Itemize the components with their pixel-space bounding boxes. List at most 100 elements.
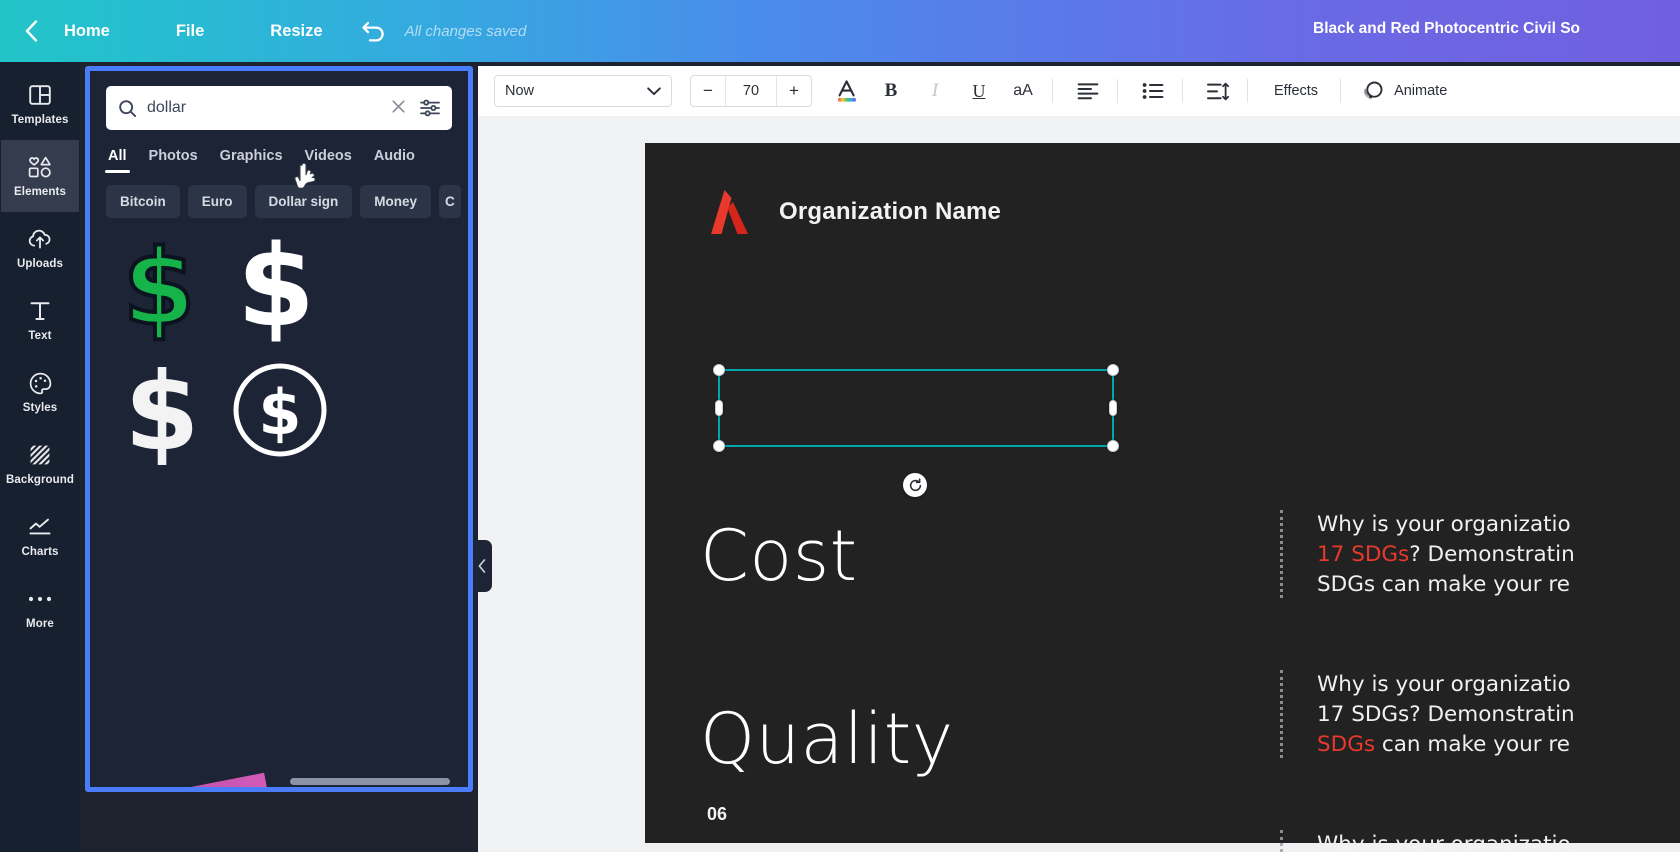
font-size-value[interactable]: 70 <box>725 76 777 106</box>
elements-search-panel[interactable]: dollar All Photos Graphics Videos Audio <box>85 66 473 792</box>
rotate-handle[interactable] <box>903 473 927 497</box>
resize-handle-bottom-right[interactable] <box>1107 440 1119 452</box>
dotted-divider-2 <box>1280 670 1283 758</box>
p2-line1: Why is your organizatio <box>1317 672 1571 697</box>
resize-handle-top-right[interactable] <box>1107 364 1119 376</box>
search-icon <box>119 99 137 117</box>
back-button[interactable] <box>16 16 46 46</box>
sidebar-label-more: More <box>26 618 54 630</box>
tab-audio[interactable]: Audio <box>374 148 415 173</box>
result-banded-bill-stack-photo[interactable] <box>106 732 278 787</box>
sidebar-item-styles[interactable]: Styles <box>1 356 79 428</box>
clear-search-button[interactable] <box>387 99 410 118</box>
tab-graphics[interactable]: Graphics <box>220 148 283 173</box>
undo-button[interactable] <box>361 20 387 42</box>
search-input-value[interactable]: dollar <box>147 99 377 117</box>
search-input[interactable]: dollar <box>106 86 452 130</box>
svg-text:$: $ <box>258 376 301 449</box>
animate-button[interactable]: Animate <box>1351 72 1457 110</box>
file-menu-button[interactable]: File <box>162 16 218 47</box>
font-size-increase-button[interactable]: + <box>777 76 811 106</box>
search-filter-button[interactable] <box>420 99 440 117</box>
p2-line3-red: SDGs <box>1317 732 1376 757</box>
white-dollar-sign-bold-icon: $ <box>220 232 332 347</box>
sidebar-item-elements[interactable]: Elements <box>1 140 79 212</box>
resize-handle-middle-left[interactable] <box>715 400 723 416</box>
sidebar-item-background[interactable]: Background <box>1 428 79 500</box>
paragraph-block-2[interactable]: Why is your organizatio 17 SDGs? Demonst… <box>1280 670 1575 760</box>
heading-cost[interactable]: Cost <box>700 515 858 597</box>
sidebar-label-uploads: Uploads <box>16 258 64 270</box>
sidebar-label-text: Text <box>28 330 52 342</box>
canvas-area[interactable]: Organization Name TITI Cost Quality 06 W… <box>478 116 1680 852</box>
resize-handle-middle-right[interactable] <box>1109 400 1117 416</box>
font-size-stepper[interactable]: − 70 + <box>690 75 812 107</box>
tab-all[interactable]: All <box>105 148 130 173</box>
white-dollar-sign-slim-icon: $ <box>106 356 218 471</box>
bullet-list-button[interactable] <box>1134 73 1172 109</box>
text-icon <box>29 298 51 324</box>
resize-handle-bottom-left[interactable] <box>713 440 725 452</box>
italic-button[interactable]: I <box>916 73 954 109</box>
toolbar-divider-5 <box>1340 79 1342 103</box>
bold-button[interactable]: B <box>872 73 910 109</box>
text-color-A-icon <box>838 80 856 102</box>
resize-handle-top-left[interactable] <box>713 364 725 376</box>
underline-label: U <box>972 80 986 101</box>
toolbar-divider-3 <box>1182 79 1183 103</box>
sidebar-item-text[interactable]: Text <box>1 284 79 356</box>
result-white-dollar-sign-slim[interactable]: $ <box>106 356 218 471</box>
chip-bitcoin[interactable]: Bitcoin <box>106 185 180 218</box>
effects-button[interactable]: Effects <box>1262 76 1330 106</box>
sidebar-item-more[interactable]: More <box>1 572 79 644</box>
slide-logo-row[interactable]: Organization Name <box>707 188 1001 236</box>
align-left-icon <box>1077 83 1099 100</box>
result-fanned-bills-photo[interactable] <box>106 597 278 723</box>
sidebar-item-templates[interactable]: Templates <box>1 68 79 140</box>
chip-money[interactable]: Money <box>360 185 432 218</box>
top-app-bar: Home File Resize All changes saved Black… <box>0 0 1680 62</box>
font-family-select[interactable]: Now <box>494 75 672 107</box>
result-white-dollar-sign-bold[interactable]: $ <box>220 232 332 347</box>
animate-label: Animate <box>1394 83 1448 99</box>
panel-collapse-button[interactable] <box>472 540 492 592</box>
undo-icon <box>361 21 384 42</box>
result-circled-dollar-sign[interactable]: $ <box>227 356 332 464</box>
p1-line2: ? Demonstratin <box>1409 542 1575 567</box>
styles-icon <box>29 370 52 396</box>
text-selection-box[interactable] <box>713 364 1119 452</box>
result-green-dollar-sign[interactable]: $ <box>106 232 211 347</box>
chip-dollar-sign[interactable]: Dollar sign <box>254 185 353 218</box>
toolbar-divider-2 <box>1117 79 1118 103</box>
chip-euro[interactable]: Euro <box>187 185 247 218</box>
paragraph-block-3[interactable]: Why is your organizatio 17 SDGs? Demonst… <box>1280 830 1575 852</box>
sidebar-item-uploads[interactable]: Uploads <box>1 212 79 284</box>
sidebar-item-charts[interactable]: Charts <box>1 500 79 572</box>
result-cash-pile-photo[interactable] <box>106 480 345 588</box>
circled-dollar-sign-icon: $ <box>227 356 332 464</box>
slide-page[interactable]: Organization Name TITI Cost Quality 06 W… <box>645 143 1680 852</box>
tab-photos[interactable]: Photos <box>149 148 198 173</box>
panel-horizontal-scrollbar[interactable] <box>290 778 450 785</box>
underline-button[interactable]: U <box>960 73 998 109</box>
font-size-decrease-button[interactable]: − <box>691 76 725 106</box>
paragraph-block-1[interactable]: Why is your organizatio 17 SDGs? Demonst… <box>1280 510 1575 600</box>
tab-videos[interactable]: Videos <box>305 148 352 173</box>
background-icon <box>29 442 51 468</box>
animate-icon <box>1363 81 1383 100</box>
heading-quality[interactable]: Quality <box>700 698 954 780</box>
text-align-button[interactable] <box>1069 73 1107 109</box>
p2-line2: 17 SDGs? Demonstratin <box>1317 702 1575 727</box>
home-button[interactable]: Home <box>50 16 124 47</box>
related-search-chips: Bitcoin Euro Dollar sign Money C <box>90 173 468 218</box>
case-label: aA <box>1013 82 1033 99</box>
letter-case-button[interactable]: aA <box>1004 73 1042 109</box>
line-spacing-button[interactable] <box>1199 73 1237 109</box>
svg-text:$: $ <box>122 236 194 344</box>
resize-button[interactable]: Resize <box>256 16 336 47</box>
chip-partial[interactable]: C <box>439 185 461 218</box>
text-color-button[interactable] <box>828 73 866 109</box>
organization-name-text: Organization Name <box>779 198 1002 225</box>
document-title[interactable]: Black and Red Photocentric Civil So <box>1313 20 1580 38</box>
dotted-divider-1 <box>1280 510 1283 598</box>
